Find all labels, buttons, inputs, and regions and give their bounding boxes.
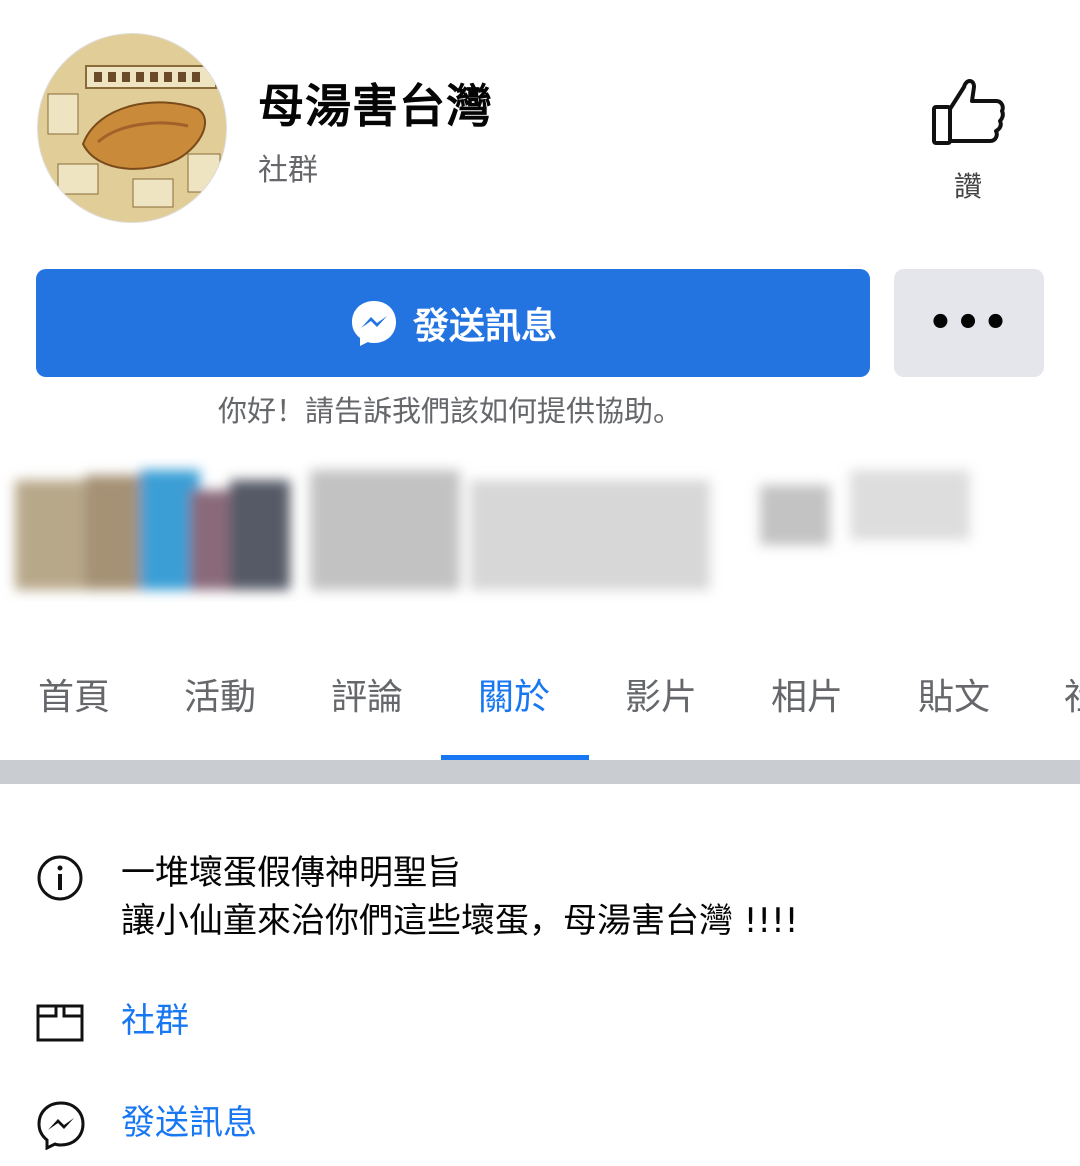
map-avatar [38,34,226,222]
flag-icon [36,1004,84,1042]
tab-reviews[interactable]: 評論 [331,668,403,720]
thumbs-up-icon [932,79,1005,145]
page-category: 社群 [258,153,318,188]
send-message-label: 發送訊息 [412,306,557,347]
about-description-line1: 一堆壞蛋假傳神明聖旨 [121,853,461,893]
messenger-outline-icon [37,1101,85,1150]
tab-home[interactable]: 首頁 [38,668,110,720]
tab-videos[interactable]: 影片 [625,668,697,720]
tab-posts[interactable]: 貼文 [918,668,990,720]
page-title: 母湯害台灣 [258,79,493,133]
tab-photos[interactable]: 相片 [771,668,843,720]
like-button[interactable]: 讚 [918,75,1018,215]
tab-community[interactable]: 社 [1064,668,1080,720]
category-link[interactable]: 社群 [121,996,189,1046]
tab-about[interactable]: 關於 [478,668,550,720]
section-divider [0,760,1080,784]
about-description-row: 一堆壞蛋假傳神明聖旨 讓小仙童來治你們這些壞蛋，母湯害台灣 !!!! [0,848,1080,958]
about-category-row: 社群 [0,996,1080,1052]
send-message-button[interactable]: 發送訊息 [36,269,870,377]
more-button[interactable]: ••• [894,269,1044,377]
more-dots-icon: ••• [927,300,1011,346]
page-tabs: 首頁 活動 評論 關於 影片 相片 貼文 社 [0,660,1080,760]
like-label: 讚 [953,170,982,203]
helper-text: 你好！請告訴我們該如何提供協助。 [217,394,682,428]
tab-events[interactable]: 活動 [184,668,256,720]
page-avatar[interactable] [37,33,227,223]
send-message-link[interactable]: 發送訊息 [121,1098,257,1148]
about-description-line2: 讓小仙童來治你們這些壞蛋，母湯害台灣 !!!! [121,901,799,941]
info-icon [37,855,83,901]
messenger-icon [351,301,396,346]
about-message-row: 發送訊息 [0,1098,1080,1154]
redacted-content [15,470,970,590]
